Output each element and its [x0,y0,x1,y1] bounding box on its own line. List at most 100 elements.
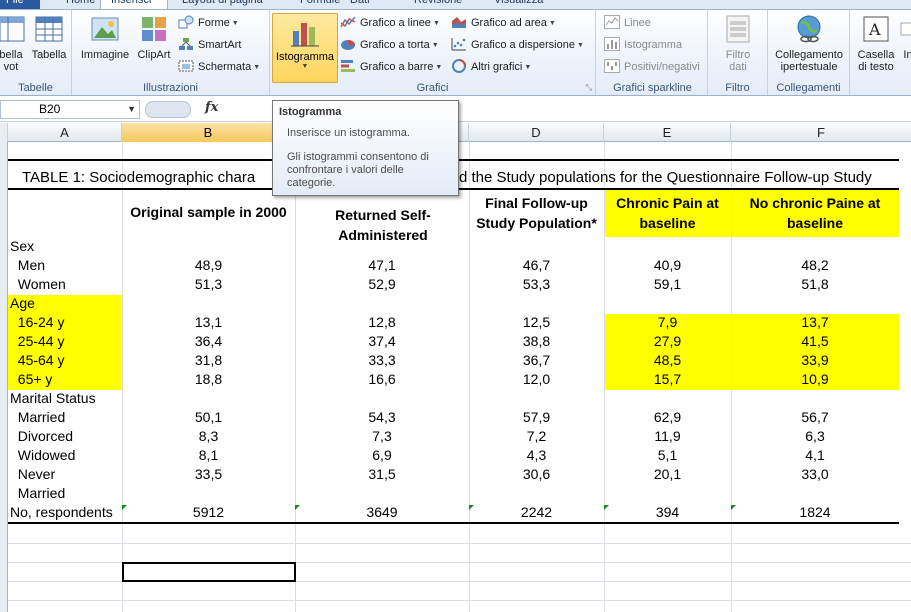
table-cell[interactable]: 36,7 [469,351,604,370]
smartart-button[interactable]: SmartArt [178,36,241,54]
row-label[interactable]: 45-64 y [10,351,65,370]
table-cell[interactable]: 62,9 [604,408,731,427]
column-header-d[interactable]: D [469,123,604,142]
table-cell[interactable]: 38,8 [469,332,604,351]
pivot-table-button[interactable]: bella vot [0,13,26,73]
table-cell[interactable]: 54,3 [295,408,469,427]
table-cell[interactable]: 52,9 [295,275,469,294]
tab-layout[interactable]: Layout di pagina [172,0,273,9]
table-cell[interactable]: 59,1 [604,275,731,294]
tab-revisione[interactable]: Revisione [404,0,472,9]
error-indicator[interactable] [604,505,609,510]
table-cell[interactable]: 51,3 [122,275,295,294]
row-label[interactable]: Married [10,408,65,427]
table-cell[interactable]: 36,4 [122,332,295,351]
error-indicator[interactable] [122,505,127,510]
error-indicator[interactable] [469,505,474,510]
sparkline-linee-button[interactable]: Linee [604,14,651,32]
table-cell[interactable]: 47,1 [295,256,469,275]
table-cell[interactable]: 48,9 [122,256,295,275]
row-label[interactable]: No, respondents [10,503,113,522]
row-label[interactable]: Women [10,275,66,294]
row-label[interactable]: 16-24 y [10,313,65,332]
row-label[interactable]: Divorced [10,427,73,446]
row-label[interactable]: Age [10,294,35,313]
table-cell[interactable]: 48,2 [731,256,899,275]
table-cell[interactable]: 12,5 [469,313,604,332]
table-cell[interactable]: 394 [604,503,731,522]
table-cell[interactable]: 37,4 [295,332,469,351]
insert-function-icon[interactable]: fx [205,100,218,115]
table-cell[interactable]: 53,3 [469,275,604,294]
table-cell[interactable]: 33,3 [295,351,469,370]
grafico-area-button[interactable]: Grafico ad area ▼ [451,14,556,32]
sparkline-istogramma-button[interactable]: Istogramma [604,36,682,54]
error-indicator[interactable] [295,505,300,510]
tabella-button[interactable]: Tabella [30,13,68,61]
table-cell[interactable]: 10,9 [731,370,899,389]
table-cell[interactable]: 50,1 [122,408,295,427]
worksheet-grid[interactable]: TABLE 1: Sociodemographic chara d the St… [8,142,911,612]
table-cell[interactable]: 13,7 [731,313,899,332]
tab-inserisci[interactable]: Inserisci [100,0,168,9]
column-header-a[interactable]: A [8,123,122,142]
table-cell[interactable]: 5,1 [604,446,731,465]
schermata-button[interactable]: Schermata ▼ [178,58,260,76]
table-cell[interactable]: 2242 [469,503,604,522]
column-header-b[interactable]: B [122,123,295,142]
table-cell[interactable]: 48,5 [604,351,731,370]
row-label[interactable]: Men [10,256,45,275]
table-cell[interactable]: 11,9 [604,427,731,446]
name-box[interactable]: B20 ▼ [0,100,140,119]
table-cell[interactable]: 8,1 [122,446,295,465]
table-cell[interactable]: 7,9 [604,313,731,332]
formula-bar-resize-handle[interactable] [145,101,191,118]
altri-grafici-button[interactable]: Altri grafici ▼ [451,58,531,76]
table-cell[interactable]: 33,5 [122,465,295,484]
table-cell[interactable]: 31,8 [122,351,295,370]
select-all-corner[interactable] [0,123,8,142]
row-label[interactable]: 25-44 y [10,332,65,351]
tab-file[interactable]: File [0,0,40,9]
table-cell[interactable]: 51,8 [731,275,899,294]
active-cell-b20[interactable] [122,562,296,582]
table-cell[interactable]: 16,6 [295,370,469,389]
row-label[interactable]: Marital Status [10,389,96,408]
row-label[interactable]: Married [10,484,65,503]
chevron-down-icon[interactable]: ▼ [127,101,136,118]
dialog-launcher-icon[interactable]: ⤡ [586,83,592,93]
column-header-f[interactable]: F [731,123,911,142]
table-cell[interactable]: 4,1 [731,446,899,465]
error-indicator[interactable] [731,505,736,510]
table-cell[interactable]: 6,3 [731,427,899,446]
intestazione-button[interactable]: In [900,13,911,61]
table-cell[interactable]: 6,9 [295,446,469,465]
table-cell[interactable]: 15,7 [604,370,731,389]
table-cell[interactable]: 31,5 [295,465,469,484]
grafico-dispersione-button[interactable]: Grafico a dispersione ▼ [451,36,584,54]
forme-button[interactable]: Forme ▼ [178,14,239,32]
grafico-linee-button[interactable]: Grafico a linee ▼ [340,14,440,32]
row-label[interactable]: Sex [10,237,34,256]
table-cell[interactable]: 1824 [731,503,899,522]
table-cell[interactable]: 41,5 [731,332,899,351]
table-cell[interactable]: 7,3 [295,427,469,446]
table-cell[interactable]: 57,9 [469,408,604,427]
table-cell[interactable]: 8,3 [122,427,295,446]
column-header-e[interactable]: E [604,123,731,142]
tab-dati[interactable]: Dati [340,0,380,9]
table-cell[interactable]: 40,9 [604,256,731,275]
table-cell[interactable]: 4,3 [469,446,604,465]
table-cell[interactable]: 30,6 [469,465,604,484]
table-cell[interactable]: 3649 [295,503,469,522]
sparkline-positivi-button[interactable]: Positivi/negativi [604,58,700,76]
tab-home[interactable]: Home [56,0,105,9]
row-headers[interactable] [0,142,8,612]
row-label[interactable]: Never [10,465,55,484]
grafico-barre-button[interactable]: Grafico a barre ▼ [340,58,442,76]
grafico-torta-button[interactable]: Grafico a torta ▼ [340,36,439,54]
row-label[interactable]: Widowed [10,446,76,465]
clipart-button[interactable]: ClipArt [134,13,174,61]
table-cell[interactable]: 20,1 [604,465,731,484]
collegamento-button[interactable]: Collegamento ipertestuale [770,13,848,73]
